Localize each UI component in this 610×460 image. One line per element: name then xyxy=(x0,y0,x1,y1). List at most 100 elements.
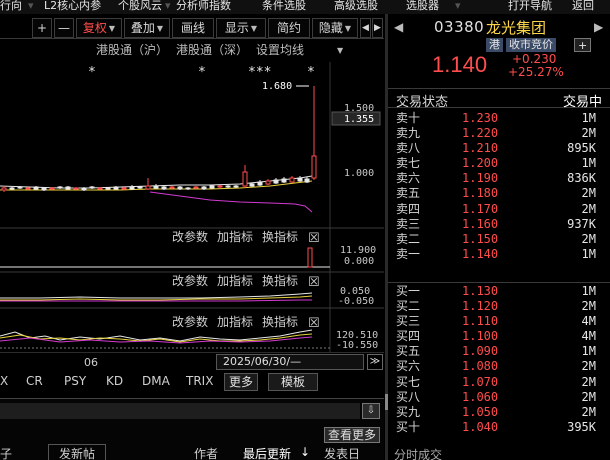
menu-item-xuanguqi[interactable]: 选股器 xyxy=(406,0,439,12)
menu-item-analyst[interactable]: 分析师指数 xyxy=(176,0,231,12)
candle-body xyxy=(1,187,7,191)
post-date-column-header[interactable]: 发表日 xyxy=(324,445,360,460)
forum-tab[interactable]: 子 xyxy=(0,445,12,460)
bid-row[interactable]: 买二 1.120 2M xyxy=(388,299,610,314)
menu-item-back[interactable]: 返回 xyxy=(572,0,594,12)
new-post-button[interactable]: 发新帖 xyxy=(48,444,107,460)
indicator-tab[interactable]: TRIX xyxy=(186,374,213,388)
bid-volume: 2M xyxy=(581,404,596,419)
diejia-dropdown[interactable]: 叠加 ▼ xyxy=(124,18,170,38)
xianshi-dropdown[interactable]: 显示 ▼ xyxy=(216,18,266,38)
menu-item-open-nav[interactable]: 打开导航 xyxy=(508,0,552,12)
hk-connect-sh-label: 港股通（沪） xyxy=(96,43,168,57)
ask-row[interactable]: 卖四 1.170 2M xyxy=(388,202,610,217)
candle-body xyxy=(177,186,183,190)
bid-row[interactable]: 买一 1.130 1M xyxy=(388,284,610,299)
sub1-params[interactable]: 改参数 xyxy=(172,229,208,244)
event-marker[interactable]: * xyxy=(198,65,206,80)
bid-level-label: 买六 xyxy=(396,359,421,374)
author-column-header[interactable]: 作者 xyxy=(194,445,218,460)
ask-row[interactable]: 卖三 1.160 937K xyxy=(388,217,610,232)
download-icon[interactable]: ⇩ xyxy=(362,403,380,419)
sort-down-icon[interactable]: ↓ xyxy=(300,445,310,459)
menu-item-gegu[interactable]: 个股风云 xyxy=(118,0,162,12)
menu-item-hangxiang[interactable]: 行向 xyxy=(0,0,22,12)
menu-item-gaoji[interactable]: 高级选股 xyxy=(334,0,378,12)
zoom-out-button[interactable]: — xyxy=(54,18,74,38)
candle-body xyxy=(249,183,255,187)
tick-trades-tab[interactable]: 分时成交 xyxy=(394,446,442,460)
event-marker[interactable]: * xyxy=(307,65,315,80)
bid-row[interactable]: 买八 1.060 2M xyxy=(388,390,610,405)
bid-row[interactable]: 买三 1.110 4M xyxy=(388,314,610,329)
double-chevron-right-icon[interactable]: ≫ xyxy=(367,354,383,370)
indicator-tab[interactable]: DMA xyxy=(142,374,170,388)
zoom-in-button[interactable]: + xyxy=(32,18,52,38)
event-marker[interactable]: * xyxy=(88,65,96,80)
indicator-tab[interactable]: CR xyxy=(26,374,43,388)
template-button[interactable]: 模板 xyxy=(268,373,319,391)
more-indicators-button[interactable]: 更多 xyxy=(224,373,259,391)
fuquan-dropdown[interactable]: 复权 ▼ xyxy=(76,18,122,38)
indicator-tab[interactable]: PSY xyxy=(64,374,86,388)
toolbar-next-button[interactable]: ▶ xyxy=(372,18,383,38)
sub2-params[interactable]: 改参数 xyxy=(172,273,208,288)
ask-row[interactable]: 卖十 1.230 1M xyxy=(388,111,610,126)
indicator-tab[interactable]: KD xyxy=(106,374,123,388)
jianyue-button[interactable]: 简约 xyxy=(268,18,310,38)
sub3-swap-indicator[interactable]: 换指标 xyxy=(262,314,298,329)
huaxian-button[interactable]: 画线 xyxy=(172,18,214,38)
candlestick-chart[interactable]: 港股通（沪） 港股通（深） 设置均线 ▼ * * *** * 1.500 1.3… xyxy=(0,40,384,352)
chevron-left-icon[interactable]: ◀ xyxy=(394,20,403,34)
book-divider xyxy=(388,282,610,283)
view-more-button[interactable]: 查看更多 xyxy=(324,427,381,443)
candle-body xyxy=(153,185,159,189)
candle-body xyxy=(169,186,175,189)
event-marker[interactable]: *** xyxy=(248,65,271,80)
menu-item-tiaojian[interactable]: 条件选股 xyxy=(262,0,306,12)
chevron-right-icon[interactable]: ▶ xyxy=(594,20,603,34)
price-change-pct: +25.27% xyxy=(508,65,564,79)
sub1-close-icon[interactable]: ☒ xyxy=(308,231,320,246)
bid-row[interactable]: 买六 1.080 2M xyxy=(388,359,610,374)
sub2-swap-indicator[interactable]: 换指标 xyxy=(262,273,298,288)
ma-settings-label[interactable]: 设置均线 xyxy=(256,43,304,57)
menu-item-l2[interactable]: L2核心内参 xyxy=(44,0,101,12)
price-axis-tick: 1.000 xyxy=(344,168,374,179)
indicator-tab[interactable]: X xyxy=(0,374,8,388)
last-update-column-header[interactable]: 最后更新 xyxy=(243,445,291,460)
ask-row[interactable]: 卖八 1.210 895K xyxy=(388,141,610,156)
bid-row[interactable]: 买五 1.090 1M xyxy=(388,344,610,359)
bid-volume: 4M xyxy=(581,314,596,329)
yincang-dropdown[interactable]: 隐藏 ▼ xyxy=(312,18,358,38)
ask-row[interactable]: 卖一 1.140 1M xyxy=(388,247,610,262)
sub3-close-icon[interactable]: ☒ xyxy=(308,316,320,331)
date-selector[interactable]: 2025/06/30/— xyxy=(216,354,364,370)
volume-bar xyxy=(307,247,313,268)
jianyue-label: 简约 xyxy=(276,21,301,35)
ask-volume: 2M xyxy=(581,201,596,216)
candle-body xyxy=(201,186,207,190)
plus-icon[interactable]: + xyxy=(574,38,592,52)
ask-row[interactable]: 卖九 1.220 2M xyxy=(388,126,610,141)
bid-row[interactable]: 买七 1.070 2M xyxy=(388,375,610,390)
forum-panel: ⇩ 查看更多 子 发新帖 作者 最后更新 ↓ 发表日 xyxy=(0,398,384,460)
bid-row[interactable]: 买四 1.100 4M xyxy=(388,329,610,344)
sub3-add-indicator[interactable]: 加指标 xyxy=(217,314,253,329)
sub1-add-indicator[interactable]: 加指标 xyxy=(217,229,253,244)
bid-row[interactable]: 买九 1.050 2M xyxy=(388,405,610,420)
forum-header-bar xyxy=(0,403,360,419)
sub1-swap-indicator[interactable]: 换指标 xyxy=(262,229,298,244)
ask-row[interactable]: 卖六 1.190 836K xyxy=(388,171,610,186)
bid-level-label: 买八 xyxy=(396,389,421,404)
sub3-params[interactable]: 改参数 xyxy=(172,314,208,329)
sub2-close-icon[interactable]: ☒ xyxy=(308,275,320,290)
candle-body xyxy=(113,186,119,190)
menu-caret: ▾ xyxy=(165,0,171,12)
ask-row[interactable]: 卖二 1.150 2M xyxy=(388,232,610,247)
ask-row[interactable]: 卖五 1.180 2M xyxy=(388,186,610,201)
ask-row[interactable]: 卖七 1.200 1M xyxy=(388,156,610,171)
bid-row[interactable]: 买十 1.040 395K xyxy=(388,420,610,435)
toolbar-prev-button[interactable]: ◀ xyxy=(360,18,371,38)
sub2-add-indicator[interactable]: 加指标 xyxy=(217,273,253,288)
